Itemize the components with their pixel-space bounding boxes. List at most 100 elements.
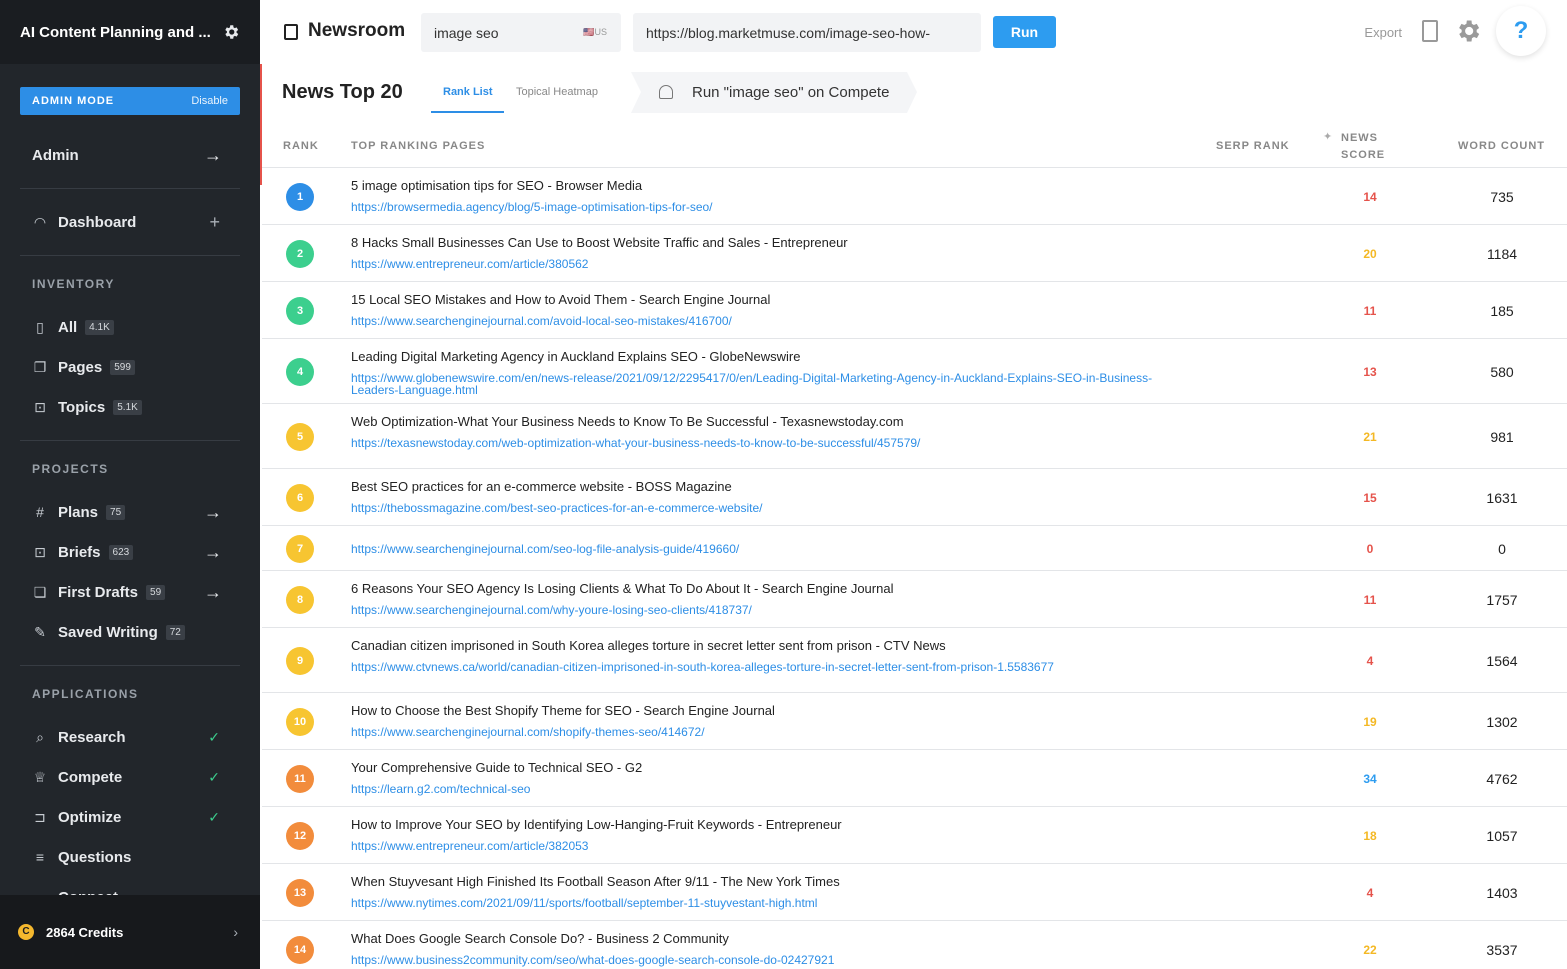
rank-badge: 12 [286,821,314,850]
news-score: 11 [1363,303,1377,318]
sidebar-item-briefs[interactable]: ⊡ Briefs 623 → [32,540,222,564]
url-input[interactable]: https://blog.marketmuse.com/image-seo-ho… [633,13,981,52]
sidebar-item-label: Topics [58,398,106,416]
page-url-link[interactable]: https://www.searchenginejournal.com/seo-… [351,543,1171,555]
word-count: 185 [1490,302,1514,319]
page-url-link[interactable]: https://www.entrepreneur.com/article/380… [351,258,1171,270]
table-row[interactable]: 9 Canadian citizen imprisoned in South Ko… [262,628,1567,693]
page-url-link[interactable]: https://www.nytimes.com/2021/09/11/sport… [351,897,1171,909]
arrow-right-icon[interactable]: → [204,542,222,563]
column-header-word-count[interactable]: WORD COUNT [1458,140,1545,152]
page-url-link[interactable]: https://browsermedia.agency/blog/5-image… [351,201,1171,213]
page-title-text: Your Comprehensive Guide to Technical SE… [351,760,643,775]
sidebar-item-saved-writing[interactable]: ✎ Saved Writing 72 [32,620,222,644]
sidebar-item-label: Saved Writing [58,623,158,641]
table-row[interactable]: 5 Web Optimization-What Your Business Nee… [262,404,1567,469]
table-row[interactable]: 10 How to Choose the Best Shopify Theme f… [262,693,1567,750]
news-score: 19 [1363,714,1377,729]
table-row[interactable]: 3 15 Local SEO Mistakes and How to Avoid … [262,282,1567,339]
table-row[interactable]: 13 When Stuyvesant High Finished Its Foot… [262,864,1567,921]
sidebar-item-label: Admin [32,146,79,164]
brief-icon: ⊡ [34,544,46,560]
sidebar-item-pages[interactable]: ❐ Pages 599 [32,355,222,379]
word-count: 1184 [1486,245,1518,262]
page-url-link[interactable]: https://learn.g2.com/technical-seo [351,783,1171,795]
table-row[interactable]: 2 8 Hacks Small Businesses Can Use to Boo… [262,225,1567,282]
page-url-link[interactable]: https://www.business2community.com/seo/w… [351,954,1171,966]
page-url-link[interactable]: https://texasnewstoday.com/web-optimizat… [351,437,1171,449]
keyword-input[interactable]: image seo 🇺🇸US [421,13,621,52]
topbar: Newsroom image seo 🇺🇸US https://blog.mar… [260,0,1567,64]
sidebar-item-topics[interactable]: ⊡ Topics 5.1K [32,395,222,419]
sidebar-item-admin[interactable]: Admin → [32,143,222,167]
column-header-score[interactable]: SCORE [1341,149,1385,161]
settings-gear-icon[interactable] [1454,17,1482,45]
export-button[interactable]: Export [1364,25,1402,40]
table-row[interactable]: 4 Leading Digital Marketing Agency in Auc… [262,339,1567,404]
page-url-link[interactable]: https://www.ctvnews.ca/world/canadian-ci… [351,661,1171,673]
credits-count: 2864 Credits [46,924,124,940]
app-title: Newsroom [308,20,406,41]
arrow-right-icon[interactable]: → [204,502,222,523]
page-url-link[interactable]: https://www.globenewswire.com/en/news-re… [351,372,1171,396]
table-row[interactable]: 7 https://www.searchenginejournal.com/seo… [262,526,1567,571]
page-title-text: When Stuyvesant High Finished Its Footba… [351,874,840,889]
table-row[interactable]: 1 5 image optimisation tips for SEO - Bro… [262,168,1567,225]
table-row[interactable]: 12 How to Improve Your SEO by Identifying… [262,807,1567,864]
table-row[interactable]: 6 Best SEO practices for an e-commerce we… [262,469,1567,526]
gear-icon[interactable] [222,23,240,41]
page-title-text: Best SEO practices for an e-commerce web… [351,479,732,494]
run-on-compete-button[interactable]: Run "image seo" on Compete [631,72,917,113]
workspace-title[interactable]: AI Content Planning and ... [20,24,211,41]
page-url-link[interactable]: https://www.searchenginejournal.com/avoi… [351,315,1171,327]
column-header-serp-rank[interactable]: SERP RANK [1216,140,1290,152]
page-url-link[interactable]: https://www.searchenginejournal.com/shop… [351,726,1171,738]
arrow-right-icon[interactable]: → [204,582,222,603]
table-row[interactable]: 14 What Does Google Search Console Do? - … [262,921,1567,969]
word-count: 1302 [1486,713,1518,730]
column-header-news[interactable]: NEWS [1341,132,1378,144]
tab-topical-heatmap[interactable]: Topical Heatmap [516,86,598,98]
table-row[interactable]: 11 Your Comprehensive Guide to Technical … [262,750,1567,807]
credits-coin-icon: C [18,924,34,940]
check-icon: ✓ [208,768,220,785]
sidebar-item-questions[interactable]: ≡ Questions [32,845,222,869]
sidebar-item-dashboard[interactable]: ◠ Dashboard + [32,210,222,234]
sidebar-item-all[interactable]: ▯ All 4.1K [32,315,222,339]
table-row[interactable]: 8 6 Reasons Your SEO Agency Is Losing Cli… [262,571,1567,628]
credits-bar[interactable]: C 2864 Credits › [0,895,260,969]
word-count: 4762 [1486,770,1518,787]
sidebar-item-plans[interactable]: # Plans 75 → [32,500,222,524]
plus-icon[interactable]: + [209,212,220,233]
news-score: 14 [1363,189,1377,204]
help-button[interactable]: ? [1496,6,1546,56]
page-url-link[interactable]: https://www.searchenginejournal.com/why-… [351,604,1171,616]
rank-badge: 10 [286,707,314,736]
country-selector[interactable]: 🇺🇸US [583,27,607,38]
sidebar-item-research[interactable]: ⌕ Research ✓ [32,725,222,749]
document-icon[interactable] [1422,20,1438,42]
count-badge: 623 [108,544,134,560]
news-score: 0 [1366,541,1374,556]
page-title-text: 15 Local SEO Mistakes and How to Avoid T… [351,292,771,307]
rank-badge: 2 [286,239,314,268]
dashboard-icon: ◠ [33,214,47,230]
count-badge: 5.1K [113,399,142,415]
page-url-link[interactable]: https://thebossmagazine.com/best-seo-pra… [351,502,1171,514]
sidebar-item-optimize[interactable]: ⊐ Optimize ✓ [32,805,222,829]
word-count: 981 [1490,428,1514,445]
count-badge: 4.1K [85,319,114,335]
rank-badge: 9 [286,646,314,675]
tab-rank-list[interactable]: Rank List [443,86,493,98]
questions-icon: ≡ [35,849,45,865]
page-url-link[interactable]: https://www.entrepreneur.com/article/382… [351,840,1171,852]
word-count: 735 [1490,188,1514,205]
pages-icon: ❐ [33,359,47,375]
run-button[interactable]: Run [993,16,1056,48]
admin-mode-disable-link[interactable]: Disable [191,95,228,107]
sidebar-item-compete[interactable]: ♕ Compete ✓ [32,765,222,789]
search-icon: ⌕ [36,729,44,745]
arrow-right-icon: → [204,144,222,165]
column-header-rank: RANK [283,140,319,152]
sidebar-item-first-drafts[interactable]: ❏ First Drafts 59 → [32,580,222,604]
